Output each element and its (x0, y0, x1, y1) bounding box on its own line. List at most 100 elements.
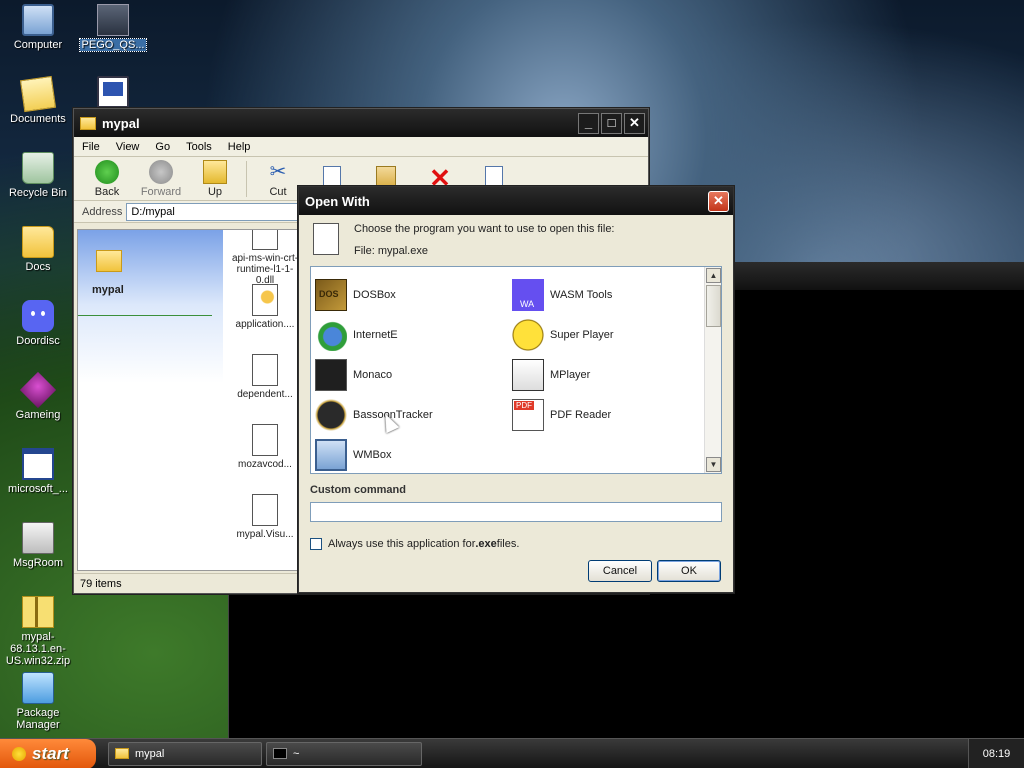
file-item[interactable]: mozavcod... (230, 424, 300, 470)
program-item-internete[interactable]: InternetE (315, 319, 398, 351)
computer-icon (315, 439, 347, 471)
back-button[interactable]: Back (80, 159, 134, 198)
always-use-checkbox[interactable] (310, 538, 322, 550)
desktop-icon-gameing[interactable]: Gameing (0, 371, 76, 421)
package-manager-icon (22, 672, 54, 704)
desktop-icon-docs[interactable]: Docs (0, 226, 76, 273)
desktop-icon-mypal-zip[interactable]: mypal-68.13.1.en-US.win32.zip (0, 596, 76, 667)
desktop-icon-doordisc[interactable]: Doordisc (0, 300, 76, 347)
folder-icon (80, 116, 96, 130)
file-item[interactable]: dependent... (230, 354, 300, 400)
program-item-dosbox[interactable]: DOSBox (315, 279, 396, 311)
desktop-icon-label: microsoft_... (8, 483, 68, 495)
dialog-titlebar[interactable]: Open With ✕ (299, 187, 733, 215)
msgroom-icon (22, 522, 54, 554)
always-use-option[interactable]: Always use this application for .exe fil… (310, 538, 519, 550)
program-item-mplayer[interactable]: MPlayer (512, 359, 590, 391)
file-name: application.... (235, 319, 295, 330)
menu-help[interactable]: Help (220, 141, 259, 153)
desktop-icon-microsoft[interactable]: microsoft_... (0, 448, 76, 495)
current-folder-name: mypal (92, 284, 124, 296)
documents-folder-icon (19, 75, 57, 113)
desktop-icon-monitor[interactable] (75, 76, 151, 111)
explorer-side-panel: mypal (78, 230, 223, 570)
ok-button[interactable]: OK (657, 560, 721, 582)
scroll-down-button[interactable]: ▼ (706, 457, 721, 472)
file-item[interactable]: api-ms-win-crt-runtime-l1-1-0.dll (230, 230, 300, 286)
taskbar: start mypal ~ 08:19 (0, 738, 1024, 768)
menu-tools[interactable]: Tools (178, 141, 220, 153)
desktop-icon-label: PEGO_QS... (78, 38, 148, 52)
monitor-icon (97, 76, 129, 108)
file-icon (252, 230, 278, 250)
program-name: DOSBox (353, 289, 396, 301)
scroll-up-button[interactable]: ▲ (706, 268, 721, 283)
start-logo-icon (12, 747, 26, 761)
file-item[interactable]: mypal.Visu... (230, 494, 300, 540)
file-name: mypal.Visu... (236, 529, 294, 540)
program-name: MPlayer (550, 369, 591, 381)
dialog-prompt: Choose the program you want to use to op… (354, 223, 615, 235)
program-name: WMBox (353, 449, 392, 461)
file-name: mozavcod... (238, 459, 292, 470)
forward-label: Forward (140, 185, 182, 198)
system-tray-clock[interactable]: 08:19 (968, 739, 1024, 768)
desktop-icon-documents[interactable]: Documents (0, 75, 76, 125)
desktop-icon-computer[interactable]: Computer (0, 4, 76, 51)
divider (78, 315, 212, 316)
always-use-prefix: Always use this application for (328, 538, 476, 550)
explorer-titlebar[interactable]: mypal _ □ ✕ (74, 109, 648, 137)
custom-command-input[interactable] (310, 502, 722, 522)
desktop-icon-label: Recycle Bin (8, 187, 68, 199)
up-folder-icon (203, 159, 227, 184)
dialog-filename: File: mypal.exe (354, 245, 428, 257)
always-use-extension: .exe (475, 538, 497, 550)
file-item[interactable]: application.... (230, 284, 300, 330)
up-button[interactable]: Up (188, 159, 242, 198)
up-label: Up (207, 185, 223, 198)
program-item-monaco[interactable]: Monaco (315, 359, 392, 391)
program-item-super-player[interactable]: Super Player (512, 319, 614, 351)
file-name: dependent... (237, 389, 293, 400)
scroll-thumb[interactable] (706, 285, 721, 327)
start-label: start (32, 744, 69, 763)
desktop-icon-recycle-bin[interactable]: Recycle Bin (0, 152, 76, 199)
cancel-button[interactable]: Cancel (588, 560, 652, 582)
cut-label: Cut (269, 185, 287, 198)
desktop-icon-msgroom[interactable]: MsgRoom (0, 522, 76, 569)
computer-icon (22, 4, 54, 36)
taskbar-item-terminal[interactable]: ~ (266, 742, 422, 766)
folder-icon (115, 748, 129, 759)
minimize-button[interactable]: _ (578, 112, 599, 134)
program-item-bassoontracker[interactable]: BassoonTracker (315, 399, 433, 431)
desktop-icon-label: Package Manager (16, 707, 60, 731)
desktop-icon-package-manager[interactable]: Package Manager (0, 672, 76, 731)
program-list[interactable]: DOSBox WASM Tools InternetE Super Player… (310, 266, 722, 474)
cut-button[interactable]: ✂ Cut (251, 160, 305, 198)
forward-button[interactable]: Forward (134, 159, 188, 198)
menu-go[interactable]: Go (147, 141, 178, 153)
program-item-wasm-tools[interactable]: WASM Tools (512, 279, 612, 311)
close-button[interactable]: ✕ (624, 112, 645, 134)
open-with-dialog[interactable]: Open With ✕ Choose the program you want … (298, 186, 734, 593)
terminal-icon (273, 748, 287, 759)
desktop-icon-label: mypal-68.13.1.en-US.win32.zip (5, 631, 71, 667)
dialog-close-button[interactable]: ✕ (708, 190, 729, 212)
toolbar-separator (246, 160, 247, 197)
program-list-scrollbar[interactable]: ▲ ▼ (704, 267, 721, 473)
desktop-icon-pego[interactable]: PEGO_QS... (75, 4, 151, 52)
taskbar-item-label: mypal (135, 748, 165, 760)
program-item-wmbox[interactable]: WMBox (315, 439, 392, 471)
maximize-button[interactable]: □ (601, 112, 622, 134)
taskbar-item-mypal[interactable]: mypal (108, 742, 262, 766)
scissors-icon: ✂ (269, 160, 287, 183)
menu-bar: File View Go Tools Help (74, 137, 648, 157)
file-icon (252, 494, 278, 526)
desktop-icon-label: Docs (25, 261, 51, 273)
folder-icon (22, 226, 54, 258)
program-item-pdf-reader[interactable]: PDF Reader (512, 399, 611, 431)
start-button[interactable]: start (0, 739, 96, 768)
menu-file[interactable]: File (74, 141, 108, 153)
back-arrow-icon (95, 159, 119, 184)
menu-view[interactable]: View (108, 141, 148, 153)
